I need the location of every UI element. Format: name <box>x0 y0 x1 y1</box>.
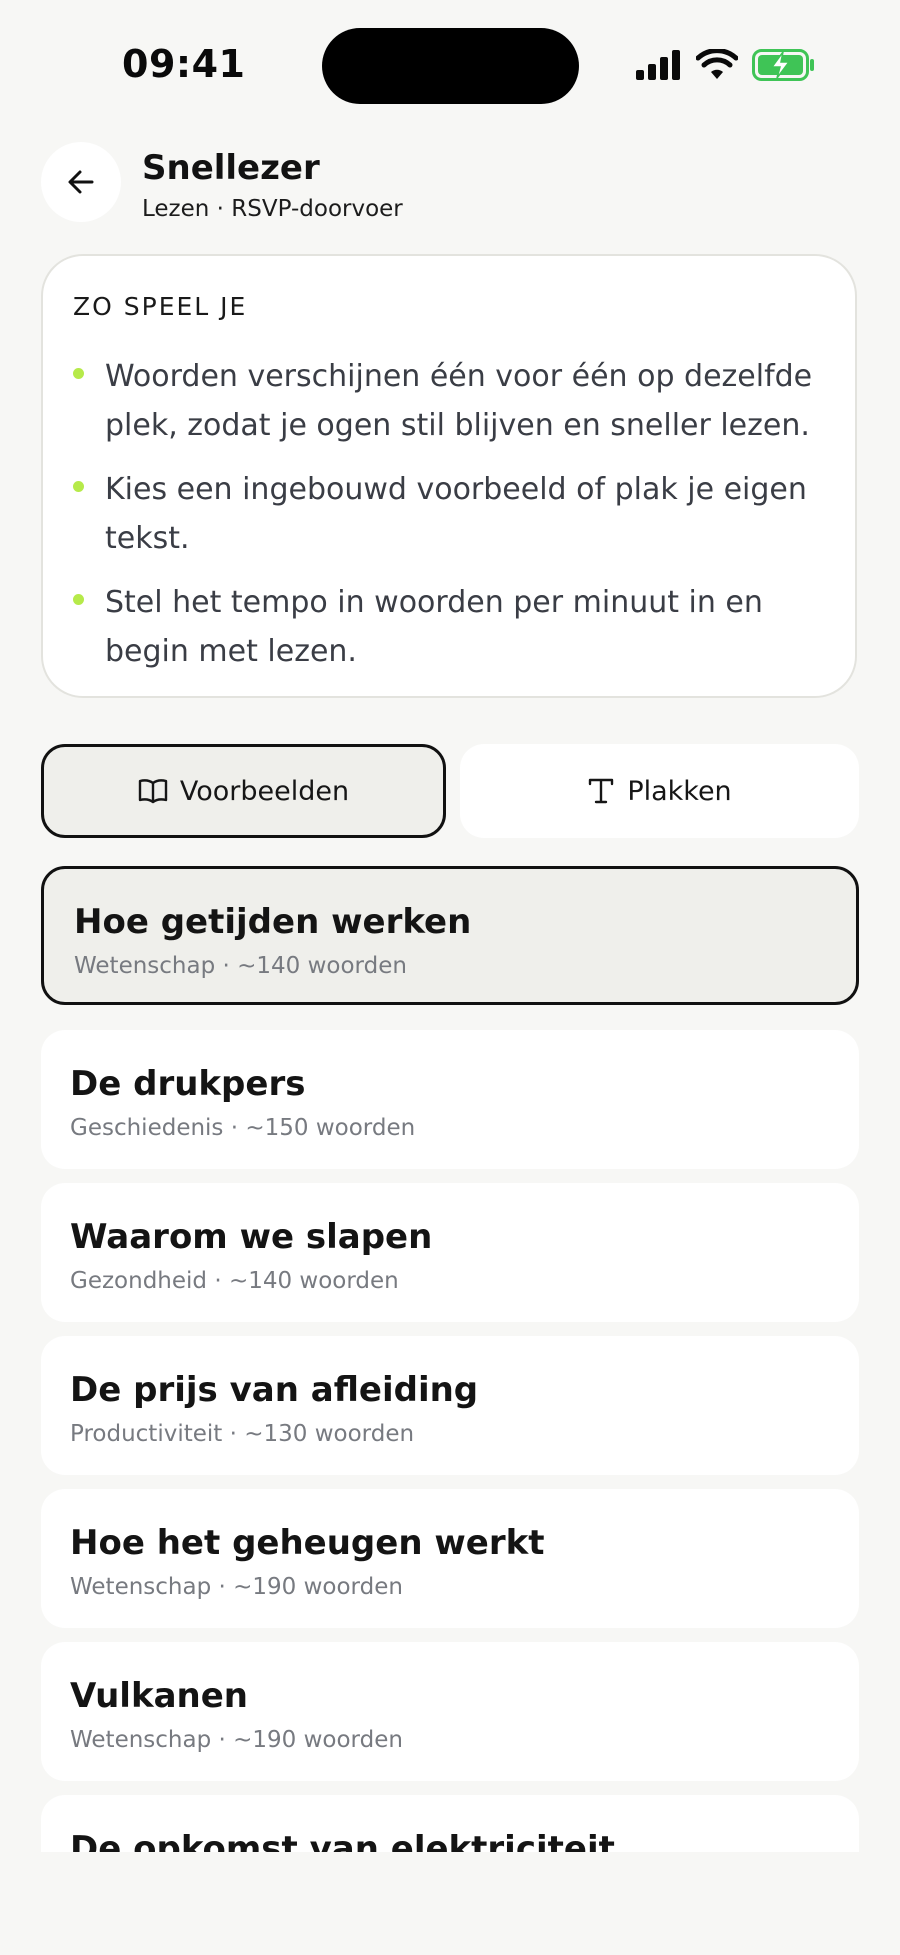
status-icons <box>636 44 816 86</box>
example-meta: Wetenschap · ~190 woorden <box>70 1574 403 1600</box>
example-title: Hoe het geheugen werkt <box>70 1523 545 1563</box>
example-item-sleep[interactable]: Waarom we slapen Gezondheid · ~140 woord… <box>41 1183 859 1322</box>
example-title: Waarom we slapen <box>70 1217 433 1257</box>
type-icon <box>589 778 614 804</box>
tab-paste[interactable]: Plakken <box>460 744 859 838</box>
example-meta: Gezondheid · ~140 woorden <box>70 1268 399 1294</box>
example-meta: Wetenschap · ~140 woorden <box>74 953 407 979</box>
example-meta: Geschiedenis · ~150 woorden <box>70 1115 416 1141</box>
example-item-memory[interactable]: Hoe het geheugen werkt Wetenschap · ~190… <box>41 1489 859 1628</box>
back-button[interactable] <box>41 142 121 222</box>
page-title: Snellezer <box>142 148 320 188</box>
example-title: De drukpers <box>70 1064 306 1104</box>
example-item-distraction[interactable]: De prijs van afleiding Productiviteit · … <box>41 1336 859 1475</box>
example-title: De prijs van afleiding <box>70 1370 479 1410</box>
how-to-play-item: Stel het tempo in woorden per minuut in … <box>73 578 833 676</box>
cellular-signal-icon <box>636 50 680 80</box>
book-open-icon <box>138 779 168 804</box>
example-item-volcanoes[interactable]: Vulkanen Wetenschap · ~190 woorden <box>41 1642 859 1781</box>
status-time: 09:41 <box>122 42 246 86</box>
example-title: De opkomst van elektriciteit <box>70 1829 615 1852</box>
example-title: Hoe getijden werken <box>74 902 472 942</box>
example-meta: Productiviteit · ~130 woorden <box>70 1421 415 1447</box>
how-to-play-text: Kies een ingebouwd voorbeeld of plak je … <box>105 472 807 556</box>
example-item-printing-press[interactable]: De drukpers Geschiedenis · ~150 woorden <box>41 1030 859 1169</box>
battery-charging-icon <box>752 49 814 81</box>
how-to-play-heading: ZO SPEEL JE <box>73 292 248 321</box>
arrow-left-icon <box>68 170 94 194</box>
example-meta: Wetenschap · ~190 woorden <box>70 1727 403 1753</box>
example-item-tides[interactable]: Hoe getijden werken Wetenschap · ~140 wo… <box>41 866 859 1005</box>
status-bar: 09:41 <box>0 0 900 130</box>
bullet-dot-icon <box>73 594 84 605</box>
how-to-play-item: Woorden verschijnen één voor één op deze… <box>73 352 833 450</box>
tab-paste-label: Plakken <box>627 775 732 807</box>
wifi-icon <box>696 49 738 79</box>
bullet-dot-icon <box>73 368 84 379</box>
example-title: Vulkanen <box>70 1676 248 1716</box>
how-to-play-card: ZO SPEEL JE Woorden verschijnen één voor… <box>41 254 857 698</box>
bullet-dot-icon <box>73 481 84 492</box>
dynamic-island <box>322 28 579 104</box>
how-to-play-item: Kies een ingebouwd voorbeeld of plak je … <box>73 465 833 563</box>
how-to-play-text: Woorden verschijnen één voor één op deze… <box>105 359 813 443</box>
tab-examples[interactable]: Voorbeelden <box>41 744 446 838</box>
page-subtitle: Lezen · RSVP-doorvoer <box>142 196 403 222</box>
example-item-electricity[interactable]: De opkomst van elektriciteit <box>41 1795 859 1852</box>
examples-list: Hoe getijden werken Wetenschap · ~140 wo… <box>41 866 859 1852</box>
page-header: Snellezer Lezen · RSVP-doorvoer <box>41 142 859 230</box>
tab-examples-label: Voorbeelden <box>179 775 350 807</box>
how-to-play-list: Woorden verschijnen één voor één op deze… <box>73 352 833 691</box>
how-to-play-text: Stel het tempo in woorden per minuut in … <box>105 585 763 669</box>
